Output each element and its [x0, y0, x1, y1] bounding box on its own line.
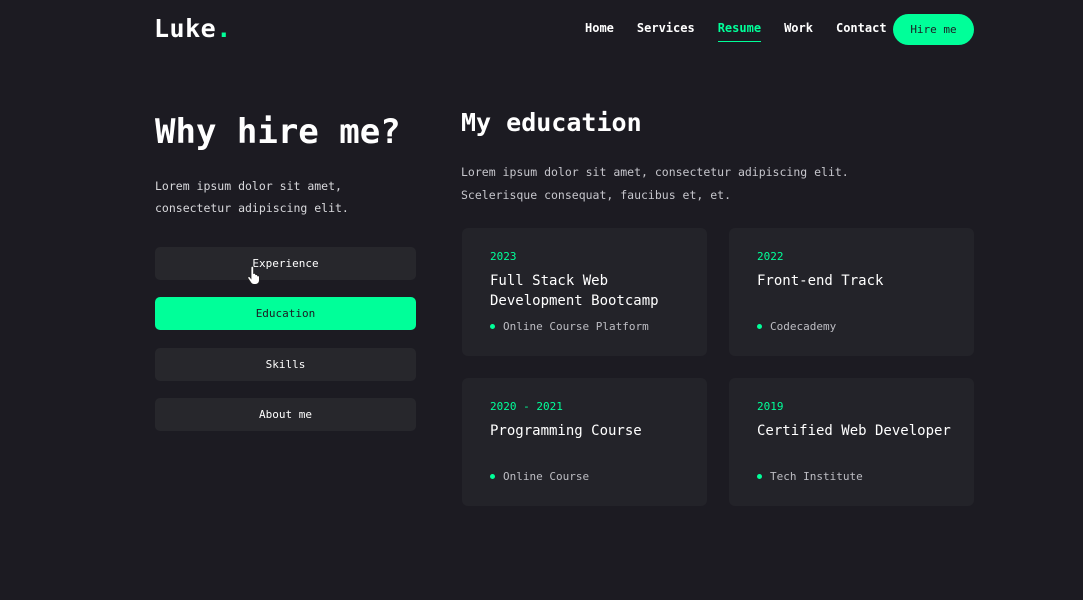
card-title: Front-end Track	[757, 273, 884, 289]
education-description: Lorem ipsum dolor sit amet, consectetur …	[461, 165, 849, 202]
tab-skills[interactable]: Skills	[155, 348, 416, 381]
education-card: 2019 Certified Web Developer Tech Instit…	[729, 378, 974, 506]
nav-resume[interactable]: Resume	[717, 21, 762, 42]
dot-icon	[757, 474, 762, 479]
card-title: Full Stack Web Development Bootcamp	[490, 273, 659, 309]
logo-text: Luke	[154, 14, 217, 43]
logo[interactable]: Luke.	[154, 14, 232, 43]
hand-pointer-icon	[247, 266, 260, 284]
sidebar-description: Lorem ipsum dolor sit amet, consectetur …	[155, 179, 349, 215]
page-title: Why hire me?	[155, 112, 401, 152]
card-institution-label: Tech Institute	[770, 470, 863, 483]
education-title: My education	[461, 108, 642, 137]
card-institution: Online Course Platform	[490, 320, 649, 333]
tab-about-me[interactable]: About me	[155, 398, 416, 431]
education-card: 2020 - 2021 Programming Course Online Co…	[462, 378, 707, 506]
card-title: Programming Course	[490, 423, 642, 439]
card-institution-label: Codecademy	[770, 320, 837, 333]
education-card: 2023 Full Stack Web Development Bootcamp…	[462, 228, 707, 356]
nav-contact[interactable]: Contact	[836, 21, 887, 42]
tab-education[interactable]: Education	[155, 297, 416, 330]
dot-icon	[490, 324, 495, 329]
logo-dot: .	[216, 14, 232, 43]
card-year: 2023	[490, 250, 517, 263]
dot-icon	[757, 324, 762, 329]
card-year: 2019	[757, 400, 784, 413]
card-year: 2022	[757, 250, 784, 263]
main-nav: Home Services Resume Work Contact	[585, 21, 910, 42]
card-institution-label: Online Course	[503, 470, 590, 483]
nav-work[interactable]: Work	[784, 21, 813, 42]
card-title: Certified Web Developer	[757, 423, 951, 439]
card-institution-label: Online Course Platform	[503, 320, 649, 333]
tab-experience[interactable]: Experience	[155, 247, 416, 280]
card-institution: Tech Institute	[757, 470, 863, 483]
card-institution: Codecademy	[757, 320, 836, 333]
dot-icon	[490, 474, 495, 479]
card-year: 2020 - 2021	[490, 400, 563, 413]
education-card: 2022 Front-end Track Codecademy	[729, 228, 974, 356]
nav-home[interactable]: Home	[585, 21, 614, 42]
nav-services[interactable]: Services	[637, 21, 695, 42]
hire-me-button[interactable]: Hire me	[893, 14, 974, 45]
card-institution: Online Course	[490, 470, 589, 483]
